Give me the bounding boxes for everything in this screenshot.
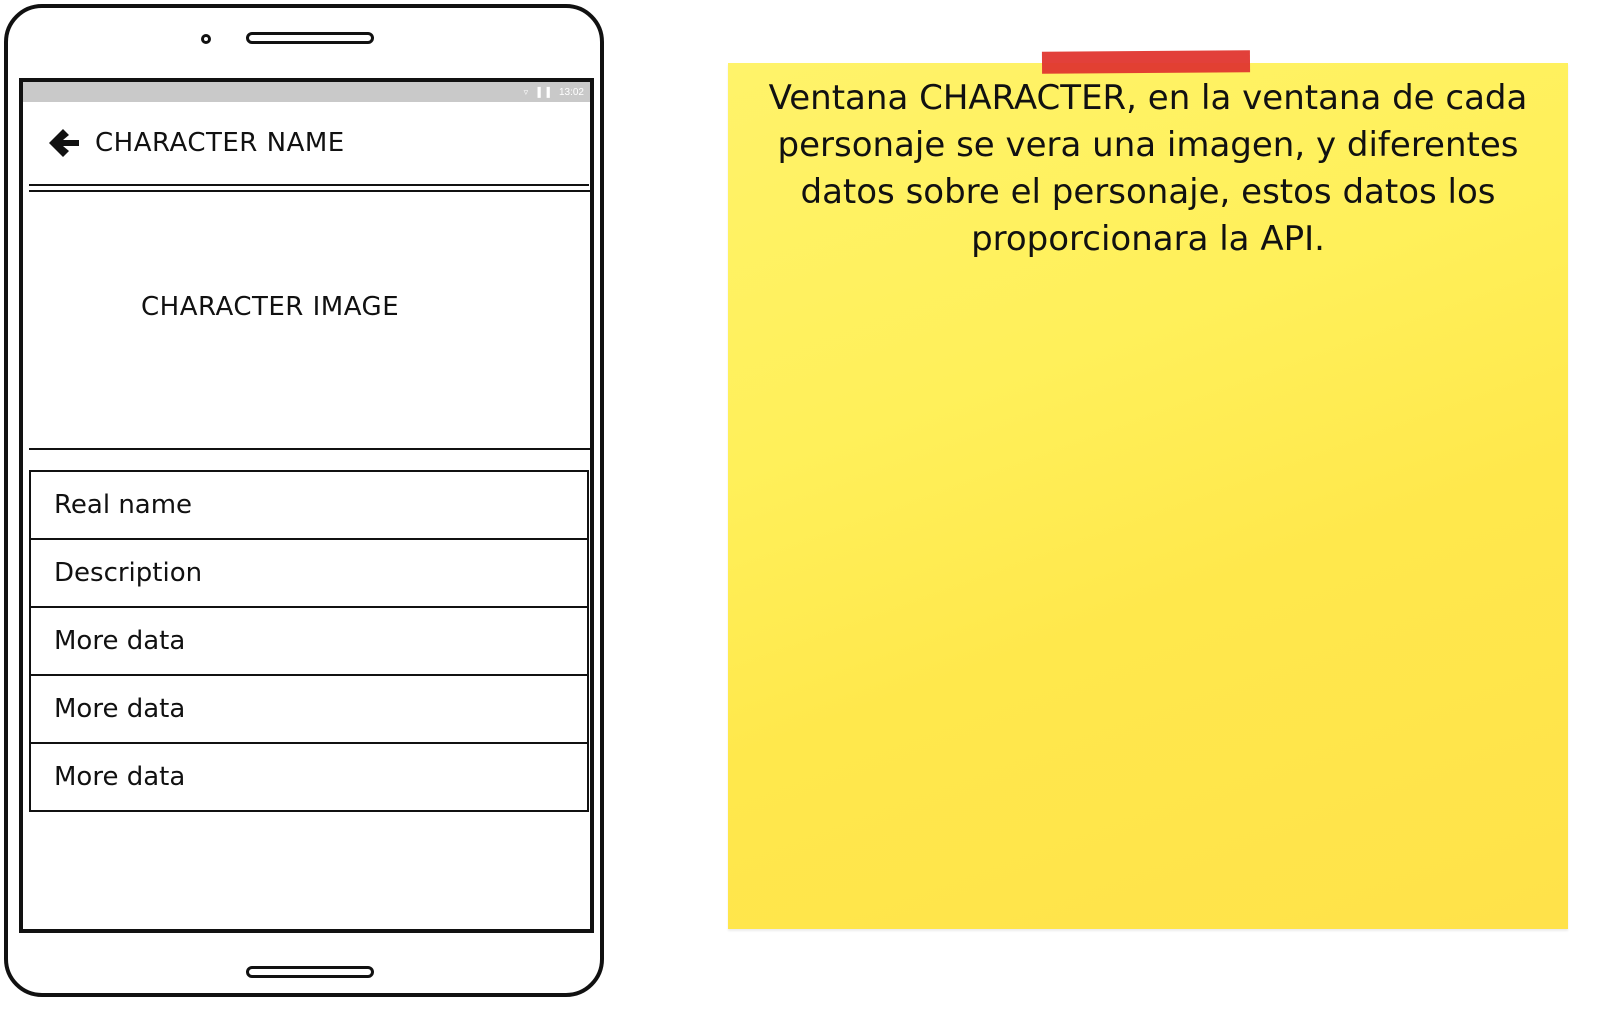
data-row-description[interactable]: Description (29, 538, 589, 608)
data-row-label: Description (54, 558, 203, 588)
data-row-more-data[interactable]: More data (29, 742, 589, 812)
camera-icon (201, 34, 211, 44)
sticky-note: Ventana CHARACTER, en la ventana de cada… (728, 63, 1568, 929)
arrow-left-icon[interactable] (43, 123, 83, 163)
data-row-more-data[interactable]: More data (29, 674, 589, 744)
tape-strip (1041, 50, 1251, 74)
data-row-label: More data (54, 762, 186, 792)
app-bar: CHARACTER NAME (29, 102, 589, 186)
data-row-more-data[interactable]: More data (29, 606, 589, 676)
page-title: CHARACTER NAME (95, 128, 345, 158)
speaker-grille (246, 32, 374, 44)
sticky-note-text: Ventana CHARACTER, en la ventana de cada… (768, 78, 1528, 259)
data-row-label: More data (54, 694, 186, 724)
phone-frame: ▿ ▐ ▌ 13:02 CHARACTER NAME CHARACTER IMA… (4, 4, 604, 997)
status-time: 13:02 (558, 86, 584, 98)
signal-icon: ▐ (534, 87, 541, 97)
home-button[interactable] (246, 966, 374, 978)
character-data-list: Real name Description More data More dat… (29, 470, 589, 812)
status-bar: ▿ ▐ ▌ 13:02 (23, 82, 590, 102)
data-row-real-name[interactable]: Real name (29, 470, 589, 540)
phone-screen: ▿ ▐ ▌ 13:02 CHARACTER NAME CHARACTER IMA… (19, 78, 594, 933)
character-image-placeholder: CHARACTER IMAGE (29, 190, 590, 450)
data-row-label: Real name (54, 490, 193, 520)
wifi-icon: ▿ (523, 86, 529, 97)
character-image-label: CHARACTER IMAGE (141, 292, 400, 322)
data-row-label: More data (54, 626, 186, 656)
battery-icon: ▌ (546, 87, 553, 97)
